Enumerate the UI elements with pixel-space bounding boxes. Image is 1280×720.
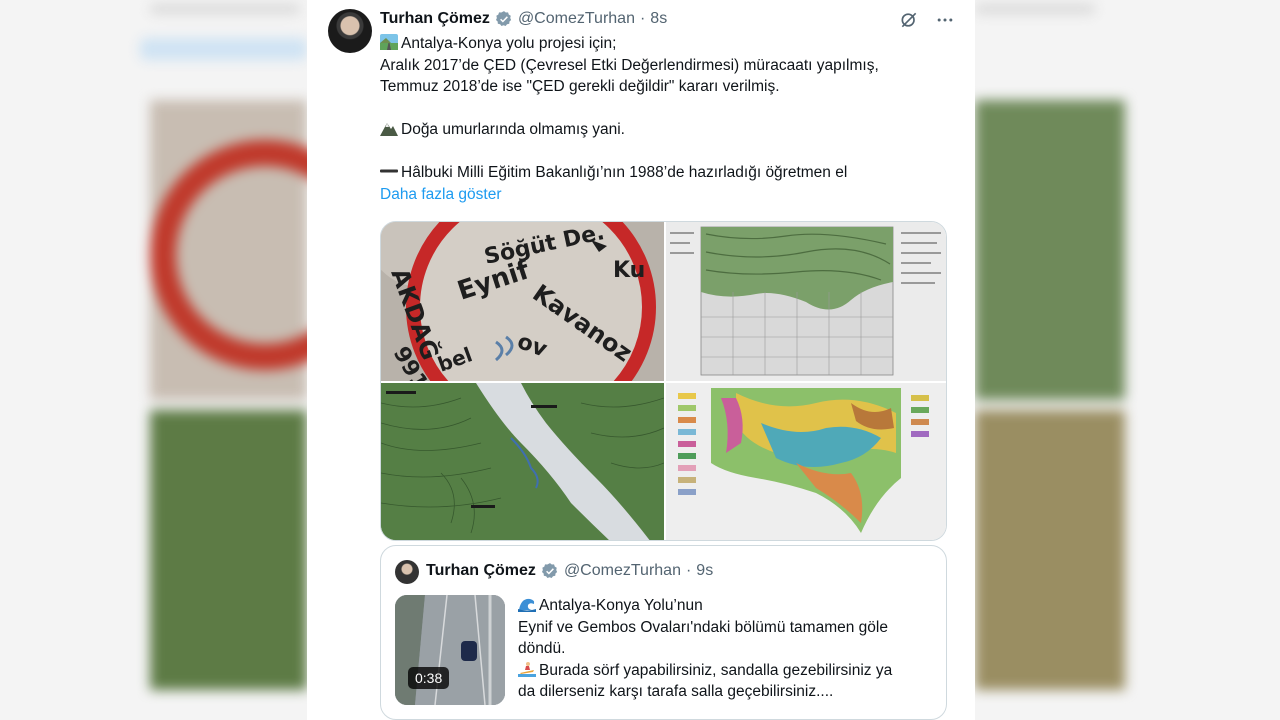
verified-badge-icon xyxy=(495,11,512,27)
road-emoji-icon xyxy=(380,34,398,50)
quoted-separator: · xyxy=(685,562,692,579)
avatar[interactable] xyxy=(328,9,372,53)
quoted-tweet[interactable]: Turhan Çömez @ComezTurhan · 9s 0:38 Anta… xyxy=(380,545,947,720)
tweet-card[interactable]: Turhan Çömez @ComezTurhan · 8s Antalya-K… xyxy=(307,0,975,720)
topographic-map-sheet[interactable] xyxy=(666,222,946,381)
tweet-line-3: Temmuz 2018’de ise "ÇED gerekli değildir… xyxy=(380,78,780,95)
green-contour-map[interactable] xyxy=(381,383,664,540)
show-more-link[interactable]: Daha fazla göster xyxy=(380,186,502,203)
blurred-backdrop-left xyxy=(0,0,307,720)
quoted-line-2: Eynif ve Gembos Ovaları'ndaki bölümü tam… xyxy=(518,618,888,636)
geological-color-map[interactable] xyxy=(666,383,946,540)
mountain-emoji-icon xyxy=(380,123,398,136)
quoted-author-handle[interactable]: @ComezTurhan xyxy=(564,562,681,580)
quoted-line-1: Antalya-Konya Yolu’nun xyxy=(539,597,703,614)
separator: · xyxy=(639,10,646,27)
grok-icon[interactable] xyxy=(897,8,921,32)
surfer-emoji-icon xyxy=(518,661,536,677)
quoted-line-3: döndü. xyxy=(518,640,566,657)
quoted-author-name[interactable]: Turhan Çömez xyxy=(426,562,536,580)
media-grid: Söğüt De. Eynif Kavanoz AKDAĞ 991 ov Ku … xyxy=(380,221,947,541)
quoted-line-4: Burada sörf yapabilirsiniz, sandalla gez… xyxy=(539,661,893,679)
map-label-ku: Ku xyxy=(613,258,645,283)
tweet-line-2: Aralık 2017’de ÇED (Çevresel Etki Değerl… xyxy=(380,56,879,74)
more-icon[interactable] xyxy=(933,8,957,32)
tweet-line-1: Antalya-Konya yolu projesi için; xyxy=(401,35,617,52)
tweet-header: Turhan Çömez @ComezTurhan · 8s xyxy=(380,9,667,29)
author-handle[interactable]: @ComezTurhan xyxy=(518,10,635,28)
map-closeup-photo[interactable]: Söğüt De. Eynif Kavanoz AKDAĞ 991 ov Ku … xyxy=(381,222,664,381)
video-duration: 0:38 xyxy=(408,667,450,689)
timestamp[interactable]: 8s xyxy=(650,10,667,28)
blurred-backdrop-right xyxy=(975,0,1280,720)
quoted-header: Turhan Çömez @ComezTurhan · 9s xyxy=(426,562,713,580)
quoted-video-thumbnail[interactable]: 0:38 xyxy=(395,595,505,705)
quoted-tweet-text: Antalya-Konya Yolu’nun Eynif ve Gembos O… xyxy=(518,595,928,703)
tweet-line-5: Hâlbuki Milli Eğitim Bakanlığı’nın 1988’… xyxy=(401,164,848,181)
quoted-timestamp[interactable]: 9s xyxy=(696,562,713,580)
wave-emoji-icon xyxy=(518,598,536,612)
verified-badge-icon xyxy=(541,563,558,579)
author-name[interactable]: Turhan Çömez xyxy=(380,10,490,28)
tweet-text: Antalya-Konya yolu projesi için; Aralık … xyxy=(380,33,940,205)
quoted-avatar[interactable] xyxy=(395,560,419,584)
quoted-line-5: da dilerseniz karşı tarafa salla geçebil… xyxy=(518,683,834,700)
dash-emoji-icon xyxy=(380,169,398,173)
tweet-actions-top xyxy=(897,8,957,32)
tweet-line-4: Doğa umurlarında olmamış yani. xyxy=(401,121,625,138)
